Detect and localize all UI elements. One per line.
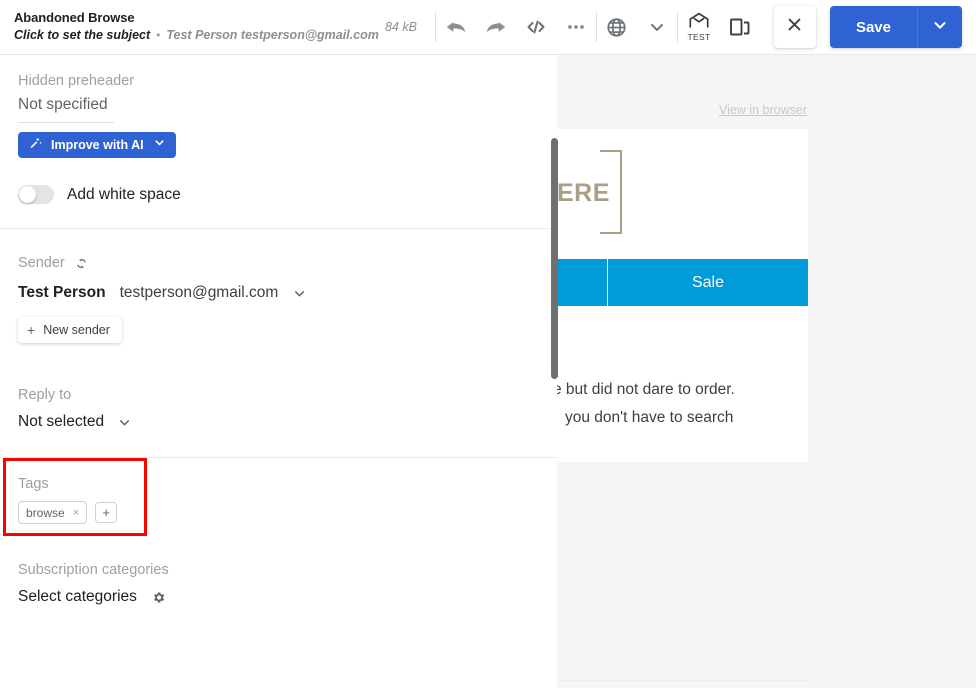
campaign-name: Abandoned Browse bbox=[14, 10, 135, 26]
email-settings-panel: Hidden preheader Not specified Improve w… bbox=[0, 55, 557, 688]
gear-icon[interactable] bbox=[151, 590, 166, 605]
globe-icon bbox=[605, 16, 628, 39]
sender-section: Sender Test Person testperson@gmail.com bbox=[0, 229, 557, 365]
sender-name: Test Person bbox=[18, 284, 106, 301]
email-nav-item-sale[interactable]: Sale bbox=[607, 259, 808, 306]
chevron-down-icon bbox=[153, 136, 166, 154]
language-tools bbox=[597, 7, 677, 47]
sender-summary: Test Person testperson@gmail.com bbox=[166, 28, 379, 43]
tags-label: Tags bbox=[18, 476, 49, 492]
close-icon bbox=[786, 16, 803, 38]
new-sender-button[interactable]: + New sender bbox=[18, 317, 122, 343]
email-preview-area: View in browser ERE Sale e but did not d… bbox=[557, 55, 976, 688]
reply-to-value: Not selected bbox=[18, 413, 105, 430]
preview-tools: TEST bbox=[678, 6, 760, 48]
subscription-categories-value: Select categories bbox=[18, 588, 137, 605]
more-icon bbox=[564, 15, 588, 39]
email-size-label: 84 kB bbox=[384, 20, 417, 34]
reply-to-value-row[interactable]: Not selected bbox=[18, 413, 539, 431]
tags-section-wrapper: Tags browse × + bbox=[0, 458, 557, 540]
email-copy-line-1: e but did not dare to order. bbox=[557, 381, 735, 398]
subscription-categories-label: Subscription categories bbox=[18, 562, 169, 578]
email-nav-item-clipped[interactable] bbox=[557, 259, 607, 306]
undo-button[interactable] bbox=[436, 7, 476, 47]
email-body-copy: e but did not dare to order. you don't h… bbox=[557, 376, 808, 462]
subscription-categories-value-row[interactable]: Select categories bbox=[18, 588, 539, 606]
improve-with-ai-label: Improve with AI bbox=[51, 138, 144, 152]
redo-button[interactable] bbox=[476, 7, 516, 47]
reply-to-label: Reply to bbox=[18, 387, 72, 403]
add-white-space-toggle[interactable] bbox=[18, 185, 54, 204]
code-icon bbox=[524, 15, 548, 39]
redo-icon bbox=[483, 14, 509, 40]
send-test-button[interactable]: TEST bbox=[678, 6, 720, 48]
chevron-down-icon bbox=[647, 17, 667, 37]
plus-icon: + bbox=[27, 322, 36, 338]
email-logo-block: ERE bbox=[557, 129, 808, 259]
save-dropdown-button[interactable] bbox=[917, 6, 962, 48]
undo-icon bbox=[443, 14, 469, 40]
preview-footer-edge bbox=[557, 680, 808, 688]
email-preview-canvas: View in browser ERE Sale e but did not d… bbox=[557, 55, 808, 688]
language-button[interactable] bbox=[597, 7, 637, 47]
envelope-test-icon bbox=[688, 12, 710, 33]
chevron-down-icon[interactable] bbox=[292, 286, 307, 301]
email-nav-bar: Sale bbox=[557, 259, 808, 306]
sender-label: Sender bbox=[18, 255, 65, 271]
preheader-value[interactable]: Not specified bbox=[18, 96, 539, 114]
magic-wand-icon bbox=[28, 135, 43, 155]
add-tag-button[interactable]: + bbox=[95, 502, 118, 523]
refresh-icon[interactable] bbox=[74, 256, 89, 271]
tags-section: Tags browse × + bbox=[0, 458, 557, 540]
view-in-browser-link[interactable]: View in browser bbox=[719, 103, 807, 117]
improve-with-ai-button[interactable]: Improve with AI bbox=[18, 132, 176, 158]
language-dropdown-button[interactable] bbox=[637, 7, 677, 47]
add-white-space-row: Add white space bbox=[18, 185, 539, 228]
email-copy-line-2: you don't have to search bbox=[565, 409, 734, 426]
history-tools bbox=[436, 7, 596, 47]
tags-chip-list: browse × + bbox=[18, 501, 539, 524]
preheader-underline bbox=[18, 122, 114, 123]
subject-separator: • bbox=[156, 28, 161, 43]
more-options-button[interactable] bbox=[556, 7, 596, 47]
email-editor-window: Abandoned Browse Click to set the subjec… bbox=[0, 0, 976, 688]
tag-chip[interactable]: browse × bbox=[18, 501, 88, 524]
preheader-section: Hidden preheader Not specified Improve w… bbox=[0, 55, 557, 228]
save-button-group: Save bbox=[829, 6, 962, 48]
toggle-knob bbox=[19, 186, 36, 203]
save-button[interactable]: Save bbox=[829, 6, 917, 48]
tag-chip-label: browse bbox=[26, 505, 65, 520]
reply-to-section: Reply to Not selected bbox=[0, 365, 557, 457]
chevron-down-icon bbox=[931, 16, 949, 39]
logo-bracket-decoration bbox=[600, 150, 622, 234]
subject-row: Click to set the subject • Test Person t… bbox=[14, 28, 379, 43]
sender-email: testperson@gmail.com bbox=[119, 284, 279, 301]
email-body: ERE Sale e but did not dare to order. yo… bbox=[557, 129, 808, 462]
sender-value-row[interactable]: Test Person testperson@gmail.com bbox=[18, 284, 539, 302]
preview-header-band: View in browser bbox=[557, 55, 808, 129]
subject-prompt[interactable]: Click to set the subject bbox=[14, 28, 150, 42]
duplicate-button[interactable] bbox=[720, 7, 760, 47]
top-toolbar: Abandoned Browse Click to set the subjec… bbox=[0, 0, 976, 55]
html-code-button[interactable] bbox=[516, 7, 556, 47]
duplicate-icon bbox=[728, 15, 752, 39]
sender-label-row: Sender bbox=[18, 255, 539, 271]
preview-scrollbar[interactable] bbox=[551, 138, 558, 379]
add-white-space-label: Add white space bbox=[67, 185, 181, 203]
new-sender-label: New sender bbox=[43, 323, 110, 337]
tag-chip-remove-icon[interactable]: × bbox=[73, 507, 79, 519]
close-button[interactable] bbox=[773, 6, 816, 48]
test-label: TEST bbox=[687, 32, 711, 42]
subscription-categories-section: Subscription categories Select categorie… bbox=[0, 540, 557, 606]
chevron-down-icon[interactable] bbox=[117, 415, 132, 430]
email-spacer bbox=[557, 306, 808, 376]
campaign-title-block: Abandoned Browse Click to set the subjec… bbox=[14, 10, 379, 43]
preheader-label: Hidden preheader bbox=[18, 73, 135, 89]
